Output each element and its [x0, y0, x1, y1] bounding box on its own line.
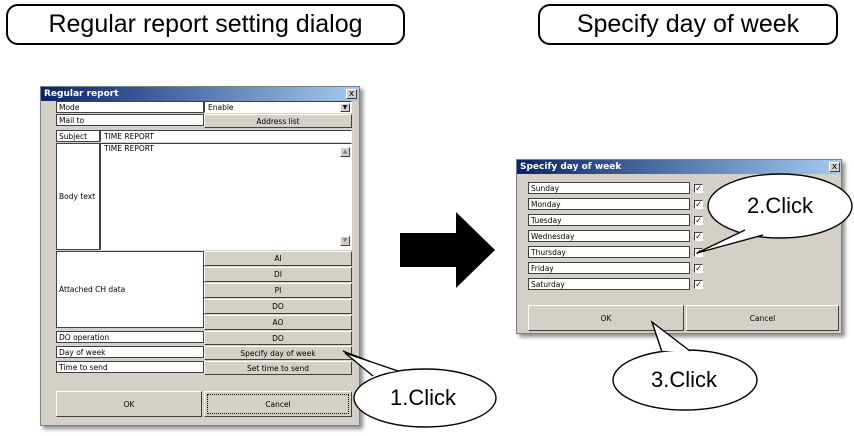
- callout-3-text: 3.Click: [651, 367, 718, 392]
- callout-1-text: 1.Click: [390, 385, 457, 410]
- callout-bubbles: [342, 173, 853, 428]
- callout-2-text: 2.Click: [747, 193, 814, 218]
